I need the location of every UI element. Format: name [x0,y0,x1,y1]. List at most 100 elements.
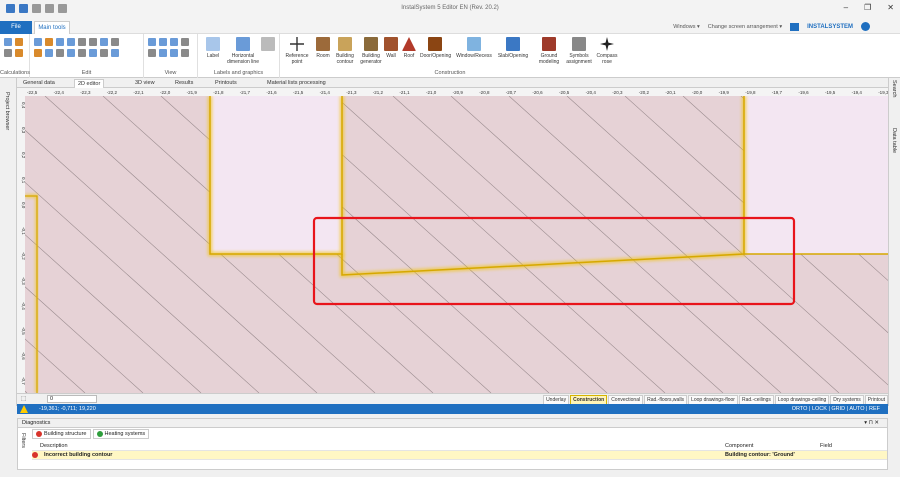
level-select[interactable]: 0 [47,395,97,403]
zoom-prev-icon[interactable] [159,49,167,57]
tab-2d-editor[interactable]: 2D editor [74,79,105,88]
x-tick-label: -20,4 [586,90,597,95]
select-icon[interactable] [45,49,53,57]
array-icon[interactable] [78,49,86,57]
coordinate-bar: -19,361; -0,711; 19,220 ORTO | LOCK | GR… [17,404,888,414]
close-button[interactable]: ✕ [887,3,894,12]
project-browser-tab[interactable]: Project browser [4,92,10,130]
x-tick-label: -20,5 [559,90,570,95]
zoom-all-icon[interactable] [181,38,189,46]
zoom-in-icon[interactable] [148,38,156,46]
level-label: ⬚ [21,396,27,402]
tab-results[interactable]: Results [172,79,196,88]
x-tick-label: -19,6 [798,90,809,95]
zoom-next-icon[interactable] [170,49,178,57]
properties-icon[interactable] [111,49,119,57]
diagnostics-close-icon[interactable]: ▾ ⊓ ✕ [864,419,879,428]
col-description[interactable]: Description [40,442,68,451]
paste-icon[interactable] [67,38,75,46]
edit-icon[interactable] [34,38,42,46]
tab-building-structure[interactable]: Building structure [32,429,91,439]
y-tick-label: 0,4 [21,102,26,109]
slab-opening-button[interactable]: Slab/Opening [496,37,530,59]
tab-material-lists[interactable]: Material lists processing [264,79,329,88]
x-tick-label: -21,6 [266,90,277,95]
tab-main-tools[interactable]: Main tools [34,21,70,34]
x-tick-label: -19,9 [719,90,730,95]
tab-general-data[interactable]: General data [20,79,58,88]
group-label-construction: Construction [434,70,466,76]
calc-check-icon[interactable] [4,49,12,57]
data-table-tab[interactable]: Data table [891,128,897,153]
align-icon[interactable] [67,49,75,57]
group-label-labels: Labels and graphics [213,70,264,76]
delete-icon[interactable] [45,38,53,46]
help-icon[interactable] [861,22,870,31]
label-button[interactable]: Label [198,37,228,59]
col-field[interactable]: Field [820,442,832,451]
mirror-icon[interactable] [100,38,108,46]
roof-button[interactable]: Roof [398,37,420,59]
tab-3d-view[interactable]: 3D view [132,79,158,88]
group-label-view: View [164,70,177,76]
tab-file[interactable]: File [0,21,32,34]
x-tick-label: -22,2 [107,90,118,95]
x-tick-label: -19,4 [852,90,863,95]
ribbon: Calculations Edit View Label Horizontal … [0,34,900,78]
warning-icon[interactable] [20,405,28,413]
symbols-assignment-button[interactable]: Symbols assignment [564,37,594,65]
calc-run-icon[interactable] [15,38,23,46]
table-row[interactable]: Incorrect building contour Building cont… [32,451,887,460]
drawing-modes[interactable]: ORTO | LOCK | GRID | AUTO | REF [792,404,880,414]
copy-icon[interactable] [56,38,64,46]
row-description: Incorrect building contour [44,452,113,458]
x-tick-label: -21,4 [320,90,331,95]
y-tick-label: 0,1 [21,177,26,184]
tab-printouts[interactable]: Printouts [212,79,240,88]
pan-icon[interactable] [148,49,156,57]
drawing-canvas[interactable]: -22,5 -22,4 -22,3 -22,2 -22,1 -22,0 -21,9 -21,8… [17,88,889,393]
wall-icon [384,37,398,51]
ground-modeling-icon [542,37,556,51]
group-icon[interactable] [56,49,64,57]
x-tick-label: -20,6 [532,90,543,95]
col-component[interactable]: Component [725,442,753,451]
filters-tab[interactable]: Filters [20,433,26,448]
text-button[interactable] [258,37,278,53]
compass-rose-button[interactable]: Compass rose [592,37,622,65]
error-icon [32,452,38,458]
left-panel-strip: Project browser [0,78,17,406]
canvas-svg[interactable]: -22,5 -22,4 -22,3 -22,2 -22,1 -22,0 -21,9 -21,8… [17,88,889,393]
maximize-button[interactable]: ❐ [864,3,871,12]
vertical-ruler [17,88,25,393]
scale-icon[interactable] [111,38,119,46]
regen-icon[interactable] [181,49,189,57]
x-tick-label: -19,3 [878,90,888,95]
tab-heating-systems[interactable]: Heating systems [92,429,150,439]
ground-modeling-button[interactable]: Ground modeling [534,37,564,65]
roof-text: Roof [403,53,415,59]
zoom-out-icon[interactable] [159,38,167,46]
door-opening-button[interactable]: Door/Opening [420,37,451,59]
calc-report-icon[interactable] [15,49,23,57]
move-icon[interactable] [78,38,86,46]
ground-modeling-text: Ground modeling [538,53,560,65]
trim-icon[interactable] [89,49,97,57]
zoom-window-icon[interactable] [170,38,178,46]
arrangement-menu[interactable]: Change screen arrangement ▾ [708,24,782,30]
ribbon-tabs: File Main tools Windows ▾ Change screen … [0,18,900,34]
diagnostics-panel: Diagnostics ▾ ⊓ ✕ Filters Building struc… [17,418,888,470]
windows-menu[interactable]: Windows ▾ [673,24,700,30]
extend-icon[interactable] [100,49,108,57]
layout-icon[interactable] [790,22,800,31]
search-tab[interactable]: Search [891,80,897,97]
cut-icon[interactable] [34,49,42,57]
minimize-button[interactable]: – [844,3,848,12]
window-recess-button[interactable]: Window/Recess [456,37,492,59]
diagnostics-header: Diagnostics ▾ ⊓ ✕ [18,419,887,428]
calc-icon[interactable] [4,38,12,46]
horizontal-dimension-button[interactable]: Horizontal dimension line [226,37,260,65]
rotate-icon[interactable] [89,38,97,46]
title-bar: InstalSystem 5 Editor EN (Rev. 20.2) – ❐… [0,0,900,18]
x-tick-label: -19,5 [825,90,836,95]
